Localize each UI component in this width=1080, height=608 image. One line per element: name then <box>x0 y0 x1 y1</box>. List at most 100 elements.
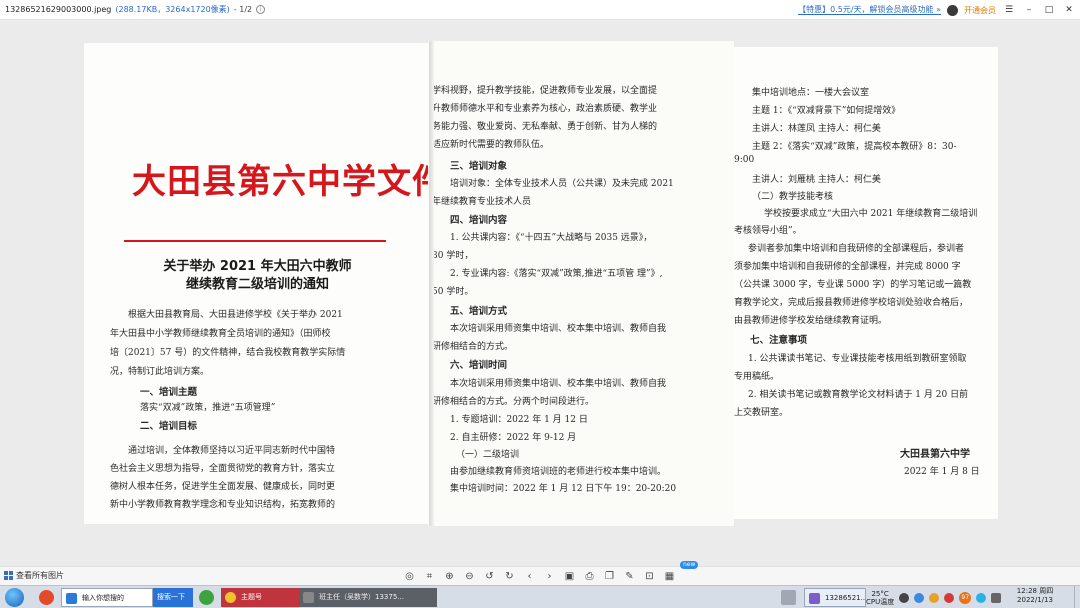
body-line: 落实“双减”政策，推进“五项管理” <box>140 403 276 413</box>
file-name: 13286521629003000.jpeg <box>5 5 112 14</box>
display-icon[interactable] <box>991 592 1002 603</box>
chrome-task-label: 主题号 <box>241 593 262 601</box>
body-line: 集中培训地点：一楼大会议室 <box>752 88 870 98</box>
body-line: 上交教研室。 <box>734 408 789 418</box>
body-line: 50 学时。 <box>432 287 474 297</box>
weather-widget[interactable]: 25°C CPU温度 <box>866 590 894 606</box>
vip-link[interactable]: 开通会员 <box>964 5 996 16</box>
viewer-task-label: 13286521... <box>825 594 866 602</box>
next-icon[interactable]: › <box>543 570 556 583</box>
copy-icon[interactable]: ❐ <box>603 570 616 583</box>
body-line: 2. 相关读书笔记或教育教学论文材料请于 1 月 20 日前 <box>748 390 969 400</box>
tool-strip: ◎ ⌗ ⊕ ⊖ ↺ ↻ ‹ › ▣ ⎙ ❐ ✎ ⊡ ▦ <box>403 569 676 584</box>
title-bar: 13286521629003000.jpeg (288.17KB，3264x17… <box>0 0 1080 20</box>
security-badge[interactable]: 97 <box>959 591 972 604</box>
sign-date: 2022 年 1 月 8 日 <box>904 467 980 477</box>
taskbar-app-misc[interactable] <box>776 587 800 608</box>
document-page-3: 集中培训地点：一楼大会议室 主题 1：《“双减背景下”如何提增效》 主讲人：林莲… <box>734 47 998 519</box>
page-fold-shadow <box>429 41 434 526</box>
body-line: 主讲人：林莲凤 主持人：柯仁美 <box>752 124 881 134</box>
file-meta: (288.17KB，3264x1720像素) <box>115 5 230 14</box>
system-clock[interactable]: 12:28 周四 2022/1/13 <box>1004 587 1066 605</box>
maximize-button[interactable]: □ <box>1042 3 1056 17</box>
info-icon[interactable]: i <box>256 5 266 14</box>
bluetooth-icon[interactable] <box>976 592 987 603</box>
body-line: 主题 1：《“双减背景下”如何提增效》 <box>752 106 901 116</box>
page-info: - 1/2 <box>233 5 253 14</box>
zoom-out-icon[interactable]: ⊖ <box>463 570 476 583</box>
red-divider <box>124 240 386 242</box>
image-canvas[interactable]: 大田县第六中学文件 关于举办 2021 年大田六中教师 继续教育二级培训的通知 … <box>0 20 1080 566</box>
body-line: （公共课 3000 字，专业课 5000 字）的学习笔记或一篇教 <box>734 280 972 290</box>
window-controls: 【特惠】0.5元/天，解锁会员高级功能 » 开通会员 ☰ – □ ✕ <box>798 0 1076 20</box>
body-line: 参训者参加集中培训和自我研修的全部课程后，参训者 <box>748 244 965 254</box>
taskbar-chat[interactable]: 班主任（吴数学）13375... <box>299 588 437 607</box>
delete-icon[interactable]: ▣ <box>563 570 576 583</box>
view-all-images-button[interactable]: 查看所有图片 <box>4 570 64 581</box>
body-line: 年大田县中小学教师继续教育全员培训的通知》（田师校 <box>110 329 331 339</box>
taskbar-browser-search[interactable]: 输入你想搜的 <box>61 588 153 607</box>
network-icon[interactable] <box>914 592 925 603</box>
section-title: 三、培训对象 <box>450 161 508 172</box>
signer-name: 大田县第六中学 <box>900 449 970 460</box>
rotate-left-icon[interactable]: ↺ <box>483 570 496 583</box>
ie-task-label: 输入你想搜的 <box>82 594 124 602</box>
body-line: 集中培训时间：2022 年 1 月 12 日下午 19：20-20:20 <box>450 484 677 494</box>
ie-icon <box>66 593 77 604</box>
more-icon[interactable]: ▦ <box>663 570 676 583</box>
fit-icon[interactable]: ◎ <box>403 570 416 583</box>
previous-icon[interactable]: ‹ <box>523 570 536 583</box>
document-page-2: 学科视野，提升教学技能，促进教师专业发展，以全面提 升教师师德水平和专业素养为核… <box>428 41 734 526</box>
body-line: 1. 专题培训：2022 年 1 月 12 日 <box>450 415 588 425</box>
taskbar-app-green[interactable] <box>194 587 218 608</box>
volume-icon[interactable] <box>929 592 940 603</box>
print-icon[interactable]: ⎙ <box>583 570 596 583</box>
body-line: 通过培训，全体教师坚持以习近平同志新时代中国特 <box>128 446 336 456</box>
clock-date: 2022/1/13 <box>1017 596 1053 604</box>
viewer-icon <box>809 593 820 604</box>
taskbar-search-button[interactable]: 搜索一下 <box>153 588 193 607</box>
body-line: 培训对象：全体专业技术人员（公共课）及未完成 2021 <box>450 179 674 189</box>
body-line: 1. 公共课内容：《“十四五”大战略与 2035 远景》， <box>450 233 653 243</box>
show-desktop-button[interactable] <box>1074 586 1080 608</box>
body-line: 由参加继续教育师资培训班的老师进行校本集中培训。 <box>450 467 667 477</box>
body-line: 根据大田县教育局、大田县进修学校《关于举办 2021 <box>128 310 343 320</box>
section-title: 五、培训方式 <box>450 306 508 317</box>
section-title: 二、培训目标 <box>140 421 198 432</box>
tray-icon[interactable] <box>899 592 910 603</box>
section-title: 一、培训主题 <box>140 387 198 398</box>
body-line: 1. 公共课读书笔记、专业课技能考核用纸到教研室领取 <box>748 354 967 364</box>
chat-task-label: 班主任（吴数学）13375... <box>319 593 404 601</box>
file-info: 13286521629003000.jpeg (288.17KB，3264x17… <box>0 4 266 15</box>
weather-temp: 25°C <box>871 589 889 598</box>
menu-button[interactable]: ☰ <box>1002 3 1016 17</box>
body-line: 本次培训采用师资集中培训、校本集中培训、教师自我 <box>450 324 667 334</box>
body-line: 色社会主义思想为指导，全面贯彻党的教育方针，落实立 <box>110 464 336 474</box>
antivirus-icon[interactable] <box>944 592 955 603</box>
app-icon <box>780 590 796 605</box>
chrome-icon <box>225 592 236 603</box>
chat-icon <box>303 592 314 603</box>
ocr-icon[interactable]: ⊡ <box>643 570 656 583</box>
start-button[interactable] <box>5 588 24 607</box>
taskbar-app-pinned[interactable] <box>34 587 58 608</box>
image-viewer-window: 13286521629003000.jpeg (288.17KB，3264x17… <box>0 0 1080 608</box>
close-button[interactable]: ✕ <box>1062 3 1076 17</box>
clock-time: 12:28 周四 <box>1016 587 1054 595</box>
avatar[interactable] <box>947 4 958 16</box>
edit-icon[interactable]: ✎ <box>623 570 636 583</box>
taskbar: 输入你想搜的 搜索一下 主题号 班主任（吴数学）13375... 1328652… <box>0 585 1080 608</box>
body-line: 主讲人：刘雁桃 主持人：柯仁美 <box>752 175 881 185</box>
body-line: 由县教师进修学校发给继续教育证明。 <box>734 316 888 326</box>
body-line: 本次培训采用师资集中培训、校本集中培训、教师自我 <box>450 379 667 389</box>
crop-icon[interactable]: ⌗ <box>423 570 436 583</box>
section-title: 六、培训时间 <box>450 360 508 371</box>
rotate-right-icon[interactable]: ↻ <box>503 570 516 583</box>
taskbar-chrome[interactable]: 主题号 <box>221 588 299 607</box>
zoom-in-icon[interactable]: ⊕ <box>443 570 456 583</box>
promo-link[interactable]: 【特惠】0.5元/天，解锁会员高级功能 » <box>798 5 941 15</box>
body-line: 升教师师德水平和专业素养为核心，政治素质硬、教学业 <box>432 104 658 114</box>
minimize-button[interactable]: – <box>1022 3 1036 17</box>
notice-title-line-1: 关于举办 2021 年大田六中教师 <box>163 259 352 274</box>
taskbar-image-viewer[interactable]: 13286521... <box>804 588 866 607</box>
